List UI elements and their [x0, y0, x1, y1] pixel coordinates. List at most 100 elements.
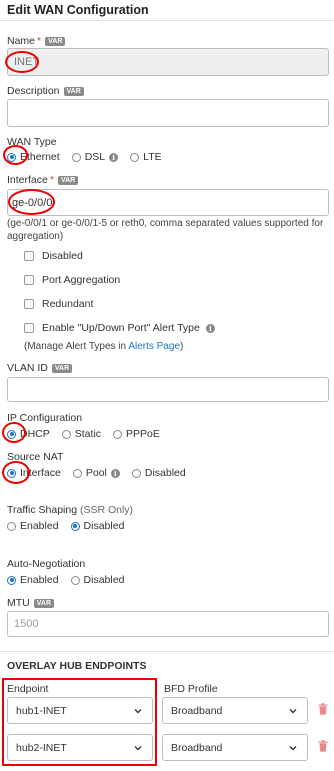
disabled-checkbox[interactable]: Disabled [24, 250, 83, 262]
var-badge: VAR [33, 599, 55, 608]
radio-icon [70, 575, 80, 585]
ip-configuration-label: IP Configuration [7, 412, 83, 424]
checkbox-icon [24, 299, 34, 309]
traffic-shaping-enabled-radio[interactable]: Enabled [7, 520, 59, 532]
traffic-shaping-disabled-radio[interactable]: Disabled [70, 520, 124, 532]
trash-icon[interactable] [318, 703, 328, 715]
wan-type-group: Ethernet DSL i LTE [7, 151, 174, 163]
mtu-field[interactable]: 1500 [7, 611, 329, 637]
endpoint-select[interactable]: hub2-INET [7, 734, 153, 761]
wan-type-label: WAN Type [7, 136, 57, 148]
auto-negotiation-label: Auto-Negotiation [7, 558, 86, 570]
radio-icon [72, 468, 82, 478]
var-badge: VAR [45, 37, 66, 46]
radio-icon [61, 429, 71, 439]
radio-icon [113, 429, 123, 439]
chevron-down-icon [134, 708, 142, 713]
wan-type-ethernet-radio[interactable]: Ethernet [7, 151, 60, 163]
radio-icon [7, 521, 16, 531]
radio-label: Ethernet [20, 151, 60, 163]
radio-label: Enabled [20, 520, 59, 532]
alert-hint: (Manage Alert Types in Alerts Page) [24, 341, 183, 354]
name-label: Name * VAR [7, 35, 66, 47]
checkbox-icon [24, 323, 34, 333]
wan-type-lte-radio[interactable]: LTE [130, 151, 162, 163]
alert-hint-text: (Manage Alert Types in [24, 341, 129, 352]
radio-selected-icon [7, 152, 16, 162]
radio-label: DSL [84, 151, 106, 163]
ip-configuration-group: DHCP Static PPPoE [7, 428, 172, 440]
checkbox-label: Enable "Up/Down Port" Alert Type [42, 322, 200, 334]
radio-selected-icon [7, 575, 16, 585]
info-icon[interactable]: i [109, 152, 119, 162]
name-field[interactable]: INET [7, 48, 329, 76]
checkbox-icon [24, 275, 34, 285]
nat-pool-radio[interactable]: Pool i [72, 467, 120, 479]
var-badge: VAR [63, 87, 84, 96]
radio-label: Disabled [144, 467, 186, 479]
info-icon[interactable]: i [110, 468, 120, 478]
endpoint-column-label: Endpoint [7, 683, 49, 695]
checkbox-label: Redundant [42, 298, 94, 310]
info-icon[interactable]: i [205, 323, 215, 333]
alerts-page-link[interactable]: Alerts Page [128, 341, 180, 352]
mtu-label-text: MTU [7, 597, 30, 609]
bfd-profile-select[interactable]: Broadband [162, 697, 308, 724]
section-divider [0, 651, 334, 652]
name-label-text: Name [7, 35, 36, 47]
radio-label: DHCP [20, 428, 50, 440]
ip-static-radio[interactable]: Static [61, 428, 102, 440]
radio-label: Static [74, 428, 102, 440]
bfd-profile-select[interactable]: Broadband [162, 734, 308, 761]
auto-negotiation-enabled-radio[interactable]: Enabled [7, 574, 59, 586]
description-field[interactable] [7, 99, 329, 127]
alert-type-checkbox[interactable]: Enable "Up/Down Port" Alert Type i [24, 322, 215, 334]
interface-field[interactable]: ge-0/0/0 [7, 189, 329, 216]
radio-icon [130, 152, 140, 162]
checkbox-icon [24, 251, 34, 261]
checkbox-label: Disabled [42, 250, 83, 262]
radio-label: LTE [143, 151, 162, 163]
endpoint-value: hub1-INET [16, 704, 67, 717]
vlan-label: VLAN ID VAR [7, 362, 73, 374]
radio-label: Enabled [20, 574, 59, 586]
radio-selected-icon [7, 468, 16, 478]
panel-title: Edit WAN Configuration [7, 3, 149, 17]
title-divider [0, 20, 334, 21]
source-nat-group: Interface Pool i Disabled [7, 467, 198, 479]
mtu-label: MTU VAR [7, 597, 55, 609]
source-nat-label: Source NAT [7, 451, 64, 463]
auto-negotiation-group: Enabled Disabled [7, 574, 136, 586]
endpoint-select[interactable]: hub1-INET [7, 697, 153, 724]
wan-type-dsl-radio[interactable]: DSL i [71, 151, 119, 163]
ip-pppoe-radio[interactable]: PPPoE [113, 428, 160, 440]
required-mark: * [37, 35, 42, 47]
interface-label-text: Interface [7, 174, 48, 186]
checkbox-label: Port Aggregation [42, 274, 121, 286]
vlan-field[interactable] [7, 377, 329, 402]
nat-disabled-radio[interactable]: Disabled [131, 467, 186, 479]
radio-icon [71, 152, 81, 162]
description-label-text: Description [7, 85, 60, 97]
overlay-heading: OVERLAY HUB ENDPOINTS [7, 660, 147, 672]
radio-selected-icon [7, 429, 16, 439]
nat-interface-radio[interactable]: Interface [7, 467, 61, 479]
auto-negotiation-disabled-radio[interactable]: Disabled [70, 574, 125, 586]
redundant-checkbox[interactable]: Redundant [24, 298, 93, 310]
bfd-profile-value: Broadband [171, 741, 223, 754]
ip-dhcp-radio[interactable]: DHCP [7, 428, 50, 440]
traffic-shaping-label: Traffic Shaping (SSR Only) [7, 504, 133, 516]
traffic-shaping-group: Enabled Disabled [7, 520, 136, 532]
trash-icon[interactable] [318, 740, 328, 752]
var-badge: VAR [57, 176, 79, 185]
traffic-shaping-label-text: Traffic Shaping [7, 504, 78, 516]
bfd-profile-value: Broadband [171, 704, 223, 717]
port-aggregation-checkbox[interactable]: Port Aggregation [24, 274, 120, 286]
bfd-column-label: BFD Profile [164, 683, 218, 695]
endpoint-value: hub2-INET [16, 741, 67, 754]
radio-label: Pool [85, 467, 107, 479]
chevron-down-icon [289, 708, 297, 713]
radio-label: Disabled [83, 574, 125, 586]
alert-hint-suffix: ) [180, 341, 184, 352]
required-mark: * [49, 174, 54, 186]
